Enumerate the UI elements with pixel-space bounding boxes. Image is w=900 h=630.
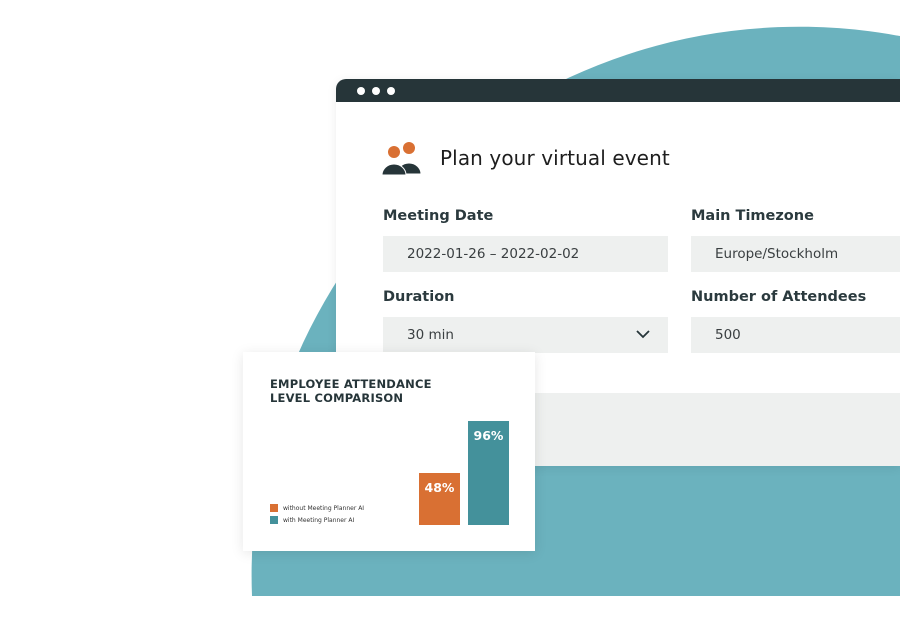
chevron-down-icon	[636, 330, 650, 339]
people-icon	[382, 142, 422, 175]
main-timezone-field[interactable]: Europe/Stockholm	[691, 236, 900, 272]
legend-label: with Meeting Planner AI	[283, 516, 355, 524]
attendance-chart-card: EMPLOYEE ATTENDANCE LEVEL COMPARISON wit…	[243, 352, 535, 551]
window-dot	[357, 87, 365, 95]
bar-with: 96%	[468, 421, 509, 525]
legend-label: without Meeting Planner AI	[283, 504, 365, 512]
meeting-date-field[interactable]: 2022-01-26 – 2022-02-02	[383, 236, 668, 272]
bar-data-label: 96%	[473, 428, 504, 444]
bar-data-label: 48%	[424, 480, 455, 496]
attendees-label: Number of Attendees	[691, 289, 867, 305]
legend-item-without: without Meeting Planner AI	[270, 504, 364, 512]
chart-title-line: LEVEL COMPARISON	[270, 391, 404, 405]
window-dot	[372, 87, 380, 95]
bar-without: 48%	[419, 473, 460, 525]
main-timezone-label: Main Timezone	[691, 208, 814, 224]
duration-select[interactable]: 30 min	[383, 317, 668, 353]
duration-value: 30 min	[407, 327, 454, 343]
window-dot	[387, 87, 395, 95]
chart-title: EMPLOYEE ATTENDANCE LEVEL COMPARISON	[270, 377, 432, 405]
form-header: Plan your virtual event	[382, 141, 670, 175]
legend-swatch	[270, 504, 278, 512]
legend-item-with: with Meeting Planner AI	[270, 516, 354, 524]
window-titlebar	[336, 79, 900, 102]
duration-label: Duration	[383, 289, 455, 305]
attendees-field[interactable]: 500	[691, 317, 900, 353]
chart-title-line: EMPLOYEE ATTENDANCE	[270, 377, 432, 391]
page-title: Plan your virtual event	[440, 146, 670, 170]
legend-swatch	[270, 516, 278, 524]
meeting-date-label: Meeting Date	[383, 208, 494, 224]
